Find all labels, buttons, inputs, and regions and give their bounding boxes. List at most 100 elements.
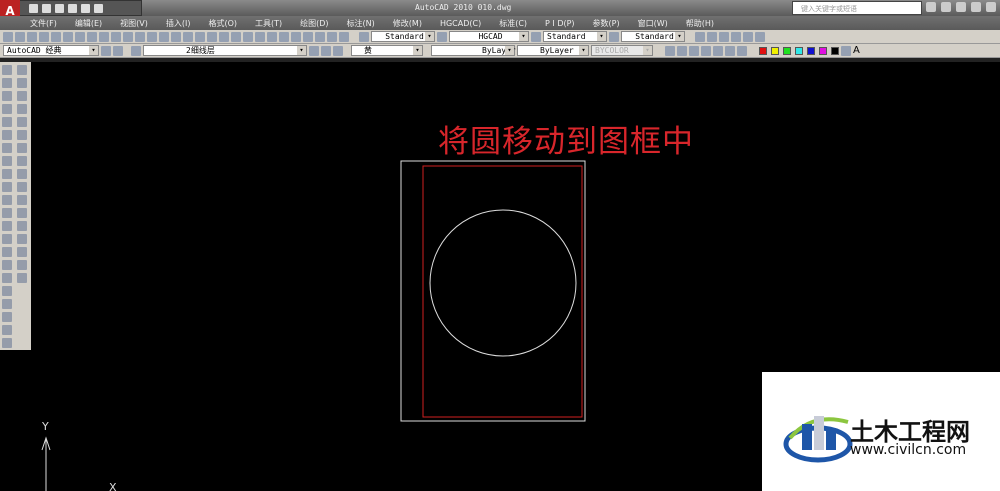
tool-icon[interactable]: [147, 31, 157, 42]
menu-item[interactable]: 格式(O): [208, 18, 237, 29]
menu-item[interactable]: 标准(C): [499, 18, 527, 29]
inner-frame[interactable]: [422, 165, 583, 418]
tool-icon[interactable]: [2, 104, 12, 114]
tool-icon[interactable]: [841, 45, 851, 56]
undo-icon[interactable]: [68, 3, 77, 13]
tool-icon[interactable]: [279, 31, 289, 42]
tool-icon[interactable]: [339, 31, 349, 42]
tool-icon[interactable]: [689, 45, 699, 56]
tool-icon[interactable]: [135, 31, 145, 42]
color-swatch[interactable]: [771, 46, 779, 55]
tool-icon[interactable]: [303, 31, 313, 42]
text-icon[interactable]: A: [853, 45, 860, 56]
tool-icon[interactable]: [677, 45, 687, 56]
tool-icon[interactable]: [2, 91, 12, 101]
menu-item[interactable]: 插入(I): [166, 18, 191, 29]
star-icon[interactable]: [971, 2, 981, 12]
color-swatch[interactable]: [819, 46, 827, 55]
tool-icon[interactable]: [243, 31, 253, 42]
menu-item[interactable]: 文件(F): [30, 18, 57, 29]
tool-icon[interactable]: [27, 31, 37, 42]
tool-icon[interactable]: [2, 117, 12, 127]
tool-icon[interactable]: [17, 234, 27, 244]
workspace-settings-icon[interactable]: [101, 45, 111, 56]
menu-item[interactable]: 帮助(H): [686, 18, 714, 29]
new-icon[interactable]: [29, 3, 38, 13]
open-icon[interactable]: [42, 3, 51, 13]
redo-icon[interactable]: [81, 3, 90, 13]
tool-icon[interactable]: [17, 182, 27, 192]
plotstyle-select[interactable]: BYCOLOR: [591, 45, 653, 56]
tool-icon[interactable]: [17, 104, 27, 114]
tool-icon[interactable]: [2, 286, 12, 296]
tool-icon[interactable]: [111, 31, 121, 42]
outer-frame[interactable]: [400, 160, 586, 422]
tool-icon[interactable]: [17, 130, 27, 140]
tool-icon[interactable]: [17, 156, 27, 166]
tool-icon[interactable]: [2, 143, 12, 153]
tool-icon[interactable]: [255, 31, 265, 42]
tool-icon[interactable]: [755, 31, 765, 42]
menu-item[interactable]: 修改(M): [393, 18, 422, 29]
menu-item[interactable]: 参数(P): [593, 18, 620, 29]
tool-icon[interactable]: [17, 208, 27, 218]
tool-icon[interactable]: [665, 45, 675, 56]
tool-icon[interactable]: [2, 247, 12, 257]
tool-icon[interactable]: [2, 338, 12, 348]
color-swatch[interactable]: [831, 46, 839, 55]
menu-item[interactable]: 窗口(W): [638, 18, 668, 29]
tool-icon[interactable]: [2, 234, 12, 244]
color-swatch[interactable]: [783, 46, 791, 55]
tool-icon[interactable]: [87, 31, 97, 42]
lineweight-select[interactable]: ByLayer: [517, 45, 589, 56]
tool-icon[interactable]: [123, 31, 133, 42]
tool-icon[interactable]: [701, 45, 711, 56]
tool-icon[interactable]: [2, 78, 12, 88]
menu-item[interactable]: 标注(N): [347, 18, 375, 29]
tool-icon[interactable]: [719, 31, 729, 42]
menu-item[interactable]: HGCAD(C): [440, 19, 481, 28]
save-icon[interactable]: [55, 3, 64, 13]
tool-icon[interactable]: [695, 31, 705, 42]
tool-icon[interactable]: [267, 31, 277, 42]
menu-item[interactable]: P I D(P): [545, 19, 575, 28]
tool-icon[interactable]: [315, 31, 325, 42]
tool-icon[interactable]: [171, 31, 181, 42]
tool-icon[interactable]: [207, 31, 217, 42]
tool-icon[interactable]: [17, 273, 27, 283]
tool-icon[interactable]: [17, 195, 27, 205]
tool-icon[interactable]: [183, 31, 193, 42]
tool-icon[interactable]: [321, 45, 331, 56]
tool-icon[interactable]: [75, 31, 85, 42]
binoculars-icon[interactable]: [926, 2, 936, 12]
tool-icon[interactable]: [3, 31, 13, 42]
tool-icon[interactable]: [2, 169, 12, 179]
tool-icon[interactable]: [743, 31, 753, 42]
tool-icon[interactable]: [2, 221, 12, 231]
tool-icon[interactable]: [99, 31, 109, 42]
tool-icon[interactable]: [2, 325, 12, 335]
color-swatch[interactable]: [807, 46, 815, 55]
tool-icon[interactable]: [731, 31, 741, 42]
tool-icon[interactable]: [2, 273, 12, 283]
tool-icon[interactable]: [309, 45, 319, 56]
multileader-style-select[interactable]: Standard: [621, 31, 685, 42]
tool-icon[interactable]: [51, 31, 61, 42]
tool-icon[interactable]: [2, 260, 12, 270]
text-style-select[interactable]: Standard: [371, 31, 435, 42]
tool-icon[interactable]: [725, 45, 735, 56]
menu-item[interactable]: 视图(V): [120, 18, 148, 29]
wrench-icon[interactable]: [941, 2, 951, 12]
tool-icon[interactable]: [231, 31, 241, 42]
menu-item[interactable]: 绘图(D): [300, 18, 328, 29]
tool-icon[interactable]: [17, 247, 27, 257]
tool-icon[interactable]: [2, 195, 12, 205]
tool-icon[interactable]: [2, 312, 12, 322]
dim-style-select[interactable]: HGCAD: [449, 31, 529, 42]
tool-icon[interactable]: [2, 65, 12, 75]
workspace-select[interactable]: AutoCAD 经典: [3, 45, 99, 56]
tool-icon[interactable]: [2, 208, 12, 218]
tool-icon[interactable]: [17, 91, 27, 101]
tool-icon[interactable]: [737, 45, 747, 56]
menu-item[interactable]: 编辑(E): [75, 18, 102, 29]
